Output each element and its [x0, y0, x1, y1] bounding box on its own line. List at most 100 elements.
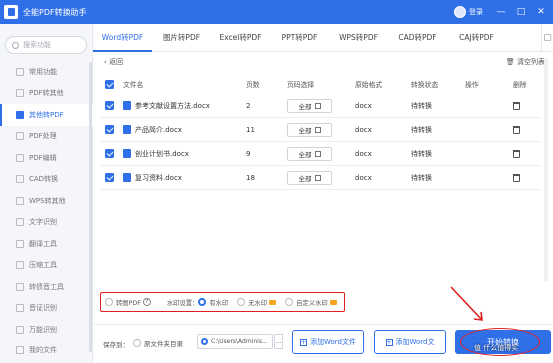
- minimize-button[interactable]: —: [493, 4, 509, 20]
- back-label: 返回: [109, 58, 124, 66]
- app-title: 全能PDF转换助手: [23, 7, 87, 17]
- sidebar-item-common[interactable]: 常用功能: [0, 61, 93, 83]
- output-path-field[interactable]: C:\Users\Adminis...: [197, 334, 273, 349]
- sidebar-item-other-to-pdf[interactable]: 其他转PDF: [0, 104, 93, 126]
- delete-icon[interactable]: [513, 101, 520, 110]
- compress-icon: [16, 261, 24, 270]
- page-range-button[interactable]: 全部: [287, 122, 332, 137]
- sidebar-item-label: 翻译工具: [29, 239, 57, 248]
- my-files-button[interactable]: 我的文件: [0, 337, 93, 363]
- word-file-icon: [123, 173, 131, 182]
- delete-icon[interactable]: [513, 173, 520, 182]
- watermark-on-radio[interactable]: [198, 298, 207, 306]
- search-placeholder: 搜索功能: [23, 41, 51, 49]
- file-name: 参考文献设置方法.docx: [135, 101, 210, 110]
- tab-bar: Word转PDF 图片转PDF Excel转PDF PPT转PDF WPS转PD…: [93, 23, 553, 52]
- sidebar-item-pdf-edit[interactable]: PDF编辑: [0, 147, 93, 169]
- sidebar-scrollbar[interactable]: [89, 62, 92, 352]
- browse-button[interactable]: ...: [274, 334, 283, 349]
- sidebar-item-label: PDF转其他: [29, 89, 64, 98]
- watermark-off-label: 无水印: [248, 299, 268, 307]
- sidebar-item-translate[interactable]: 翻译工具: [0, 233, 93, 255]
- sidebar-item-cad[interactable]: CAD转换: [0, 169, 93, 191]
- delete-icon[interactable]: [513, 149, 520, 158]
- sidebar-item-ocr[interactable]: 文字识别: [0, 212, 93, 234]
- file-format: docx: [355, 125, 372, 134]
- add-word-folder-button[interactable]: + 添加Word文: [374, 330, 446, 354]
- row-checkbox[interactable]: [105, 149, 114, 158]
- tab-cad-to-pdf[interactable]: CAD转PDF: [388, 24, 447, 52]
- tab-excel-to-pdf[interactable]: Excel转PDF: [211, 24, 270, 52]
- file-pages: 11: [246, 125, 255, 134]
- tab-ppt-to-pdf[interactable]: PPT转PDF: [270, 24, 329, 52]
- file-name: 创业计划书.docx: [135, 149, 189, 158]
- custom-path-radio[interactable]: [201, 338, 208, 345]
- file-pages: 2: [246, 101, 251, 110]
- table-row: 复习资料.docx 18 全部 docx 待转换: [100, 166, 541, 190]
- maximize-button[interactable]: □: [513, 4, 529, 20]
- sidebar-item-audio[interactable]: 转债音工具: [0, 276, 93, 298]
- watermark-on-label: 有水印: [209, 299, 229, 307]
- text-icon: [16, 218, 24, 227]
- header-filename: 文件名: [123, 81, 144, 89]
- id-card-icon: [16, 304, 24, 313]
- edit-icon: [314, 174, 321, 181]
- vip-crown-icon: [269, 299, 277, 305]
- word-file-icon: [123, 125, 131, 134]
- sidebar-menu: 常用功能 PDF转其他 其他转PDF PDF处理 PDF编辑 CAD转换 WPS…: [0, 61, 93, 341]
- back-button[interactable]: ‹ 返回: [104, 57, 123, 67]
- table-row: 参考文献设置方法.docx 2 全部 docx 待转换: [100, 94, 541, 118]
- table-header: 文件名 页数 页码选择 原始格式 转换状态 操作 删除: [100, 74, 540, 94]
- select-all-checkbox[interactable]: [105, 79, 114, 89]
- sidebar-item-compress[interactable]: 压缩工具: [0, 255, 93, 277]
- sidebar-item-pdf-process[interactable]: PDF处理: [0, 126, 93, 148]
- main-scrollbar[interactable]: [544, 58, 548, 281]
- my-files-label: 我的文件: [29, 346, 57, 354]
- file-pages: 9: [246, 149, 251, 158]
- clear-list-button[interactable]: 🗑 清空列表: [506, 57, 545, 67]
- image-pdf-radio[interactable]: [105, 298, 113, 306]
- page-range-button[interactable]: 全部: [287, 146, 332, 161]
- page-range-button[interactable]: 全部: [287, 98, 332, 113]
- tab-more-icon[interactable]: ▢: [541, 23, 553, 52]
- file-status: 待转换: [411, 101, 432, 110]
- file-name: 复习资料.docx: [135, 173, 182, 182]
- tab-word-to-pdf[interactable]: Word转PDF: [93, 24, 152, 52]
- translate-icon: [16, 239, 24, 248]
- tab-wps-to-pdf[interactable]: WPS转PDF: [329, 24, 388, 52]
- source-dir-radio[interactable]: [133, 339, 141, 347]
- page-range-button[interactable]: 全部: [287, 170, 332, 185]
- search-input[interactable]: 搜索功能: [5, 36, 87, 54]
- login-link[interactable]: 登录: [469, 7, 483, 17]
- sidebar-item-id-recognition[interactable]: 音证识别: [0, 298, 93, 320]
- source-dir-option[interactable]: 原文件夹目录: [133, 338, 183, 348]
- tab-caj-to-pdf[interactable]: CAJ转PDF: [447, 24, 506, 52]
- tab-image-to-pdf[interactable]: 图片转PDF: [152, 24, 211, 52]
- edit-icon: [314, 126, 321, 133]
- close-button[interactable]: ✕: [533, 4, 549, 20]
- vip-crown-icon: [329, 299, 337, 305]
- process-icon: [16, 132, 24, 141]
- watermark-custom-radio[interactable]: [285, 298, 294, 306]
- file-status: 待转换: [411, 125, 432, 134]
- help-icon[interactable]: ?: [142, 298, 151, 306]
- file-format: docx: [355, 149, 372, 158]
- row-checkbox[interactable]: [105, 125, 114, 134]
- sidebar-item-pdf-to-other[interactable]: PDF转其他: [0, 83, 93, 105]
- file-status: 待转换: [411, 173, 432, 182]
- header-delete: 删除: [513, 81, 527, 89]
- pdf-icon: [16, 89, 24, 98]
- star-icon: [16, 67, 24, 76]
- delete-icon[interactable]: [513, 125, 520, 134]
- watermark-off-radio[interactable]: [237, 298, 246, 306]
- site-watermark: 值 什么值得买: [474, 344, 519, 352]
- image-pdf-label: 转图PDF: [116, 299, 141, 307]
- sidebar-item-label: WPS转其他: [29, 196, 66, 205]
- row-checkbox[interactable]: [105, 101, 114, 110]
- row-checkbox[interactable]: [105, 173, 114, 182]
- add-word-file-button[interactable]: + 添加Word文件: [292, 330, 364, 354]
- user-avatar-icon[interactable]: [454, 6, 466, 18]
- sidebar-item-wps[interactable]: WPS转其他: [0, 190, 93, 212]
- edit-icon: [314, 102, 321, 109]
- sidebar-item-label: 其他转PDF: [29, 110, 64, 119]
